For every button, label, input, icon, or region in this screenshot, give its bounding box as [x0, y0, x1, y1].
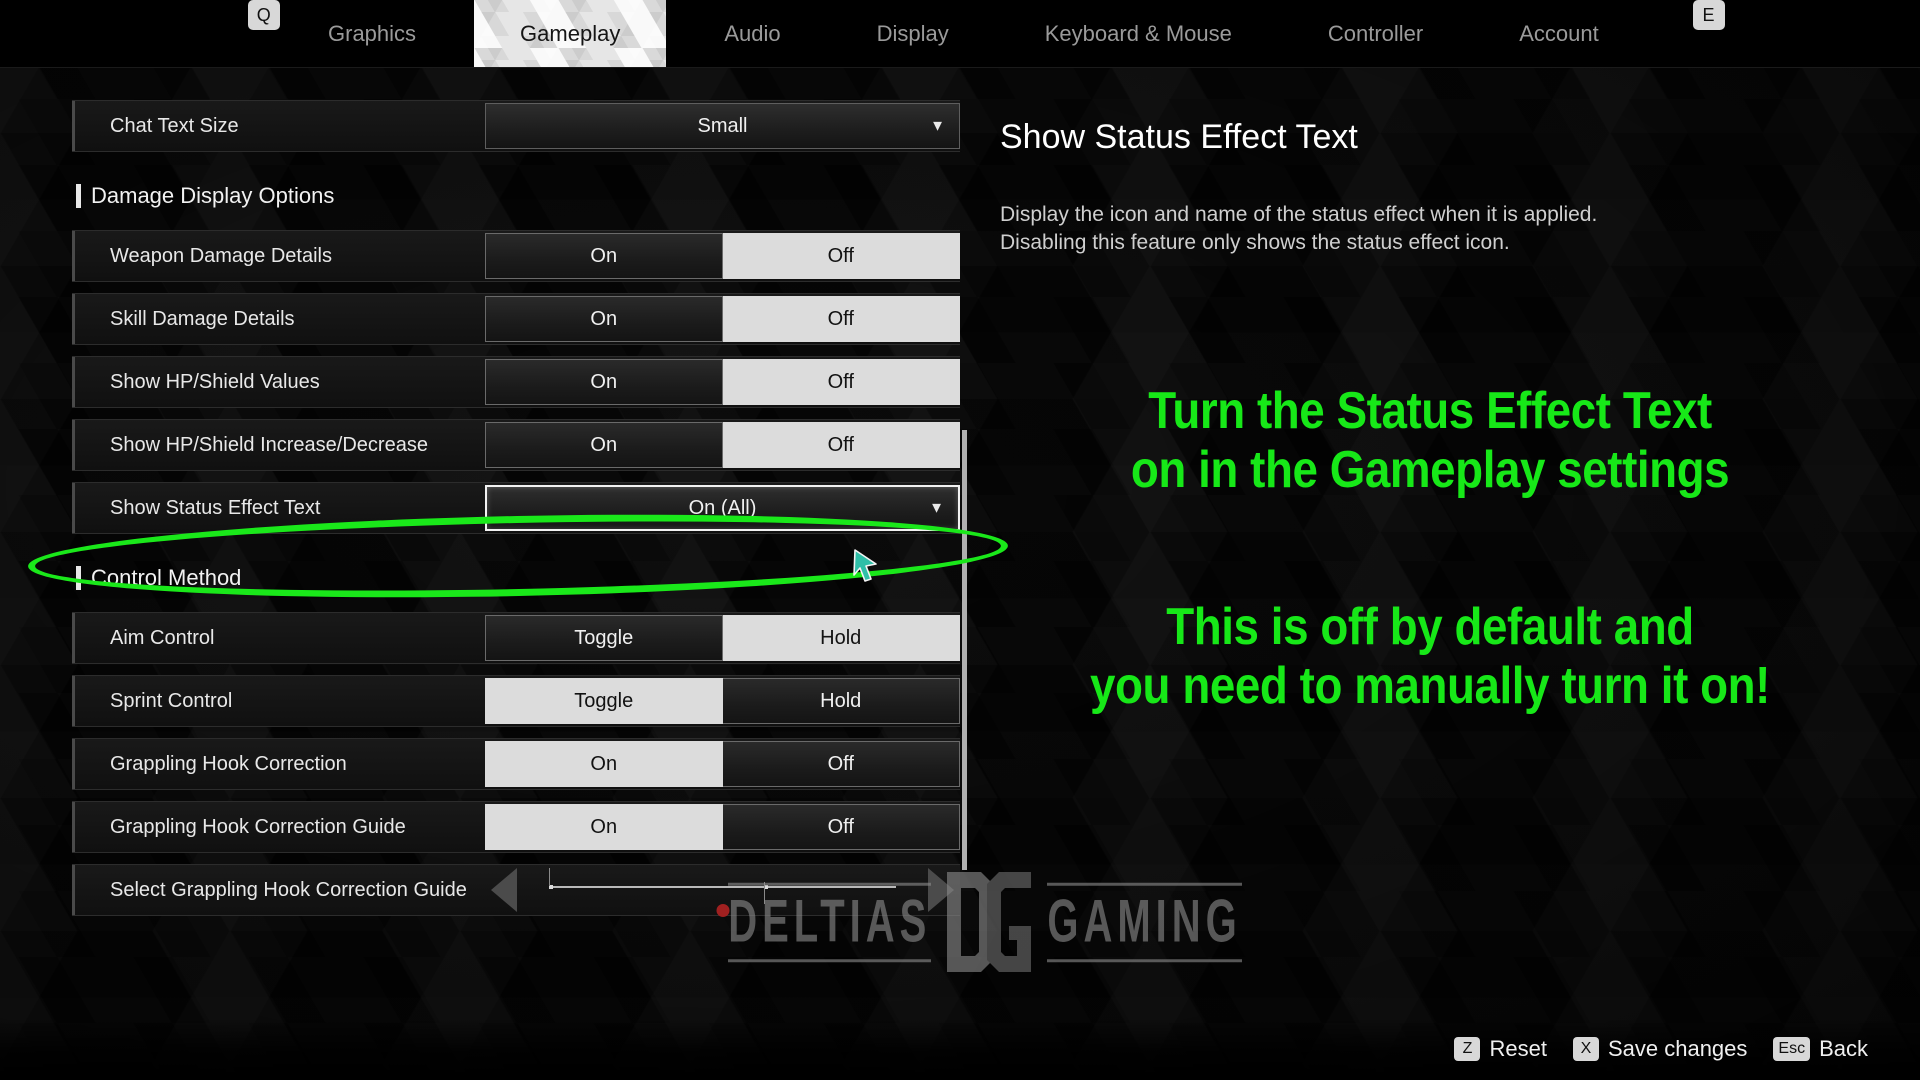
- chevron-down-icon: ▼: [929, 499, 944, 517]
- toggle-group: On Off: [485, 233, 960, 279]
- setting-row-grappling-hook-correction-guide[interactable]: Grappling Hook Correction Guide On Off: [72, 801, 960, 853]
- setting-row-sprint-control[interactable]: Sprint Control Toggle Hold: [72, 675, 960, 727]
- section-header-control-method: Control Method: [76, 558, 960, 598]
- toggle-group: Toggle Hold: [485, 678, 960, 724]
- key-badge-z: Z: [1454, 1037, 1481, 1061]
- setting-label: Sprint Control: [110, 689, 233, 712]
- setting-label: Grappling Hook Correction: [110, 752, 347, 775]
- tab-controller[interactable]: Controller: [1298, 0, 1453, 68]
- option-on[interactable]: On: [485, 741, 723, 787]
- footer-key-hints: Z Reset X Save changes Esc Back: [0, 1018, 1920, 1080]
- hint-label-save: Save changes: [1607, 1036, 1748, 1061]
- section-accent-bar: [76, 566, 81, 590]
- setting-row-select-grappling-hook-correction-guide[interactable]: Select Grappling Hook Correction Guide: [72, 864, 960, 917]
- setting-description-panel: Show Status Effect Text Display the icon…: [1000, 118, 1860, 257]
- selector-track[interactable]: [549, 868, 896, 904]
- setting-row-weapon-damage-details[interactable]: Weapon Damage Details On Off: [72, 230, 960, 282]
- selector-tick-stem: [764, 882, 766, 904]
- hint-save-changes[interactable]: X Save changes: [1572, 1036, 1748, 1062]
- option-off[interactable]: Off: [722, 422, 960, 468]
- toggle-group: On Off: [485, 422, 960, 468]
- option-hold[interactable]: Hold: [722, 678, 960, 724]
- annotation-text-primary: Turn the Status Effect Text on in the Ga…: [1130, 382, 1730, 500]
- setting-label: Show HP/Shield Increase/Decrease: [110, 433, 428, 456]
- setting-row-aim-control[interactable]: Aim Control Toggle Hold: [72, 612, 960, 664]
- prev-tab-key-badge[interactable]: Q: [248, 0, 280, 30]
- setting-label: Chat Text Size: [110, 114, 239, 137]
- option-on[interactable]: On: [485, 804, 723, 850]
- chevron-down-icon: ▼: [930, 117, 945, 135]
- selector-marker-dot: [716, 904, 729, 917]
- show-status-effect-text-dropdown[interactable]: On (All) ▼: [485, 485, 960, 531]
- dropdown-value: On (All): [688, 496, 757, 519]
- setting-label: Show Status Effect Text: [110, 496, 321, 519]
- settings-scrollbar[interactable]: [962, 430, 967, 870]
- dropdown-value: Small: [697, 114, 748, 137]
- setting-row-chat-text-size[interactable]: Chat Text Size Small ▼: [72, 100, 960, 152]
- arrow-right-icon[interactable]: [928, 868, 954, 912]
- option-hold[interactable]: Hold: [722, 615, 960, 661]
- toggle-group: On Off: [485, 804, 960, 850]
- tab-graphics[interactable]: Graphics: [298, 0, 446, 68]
- setting-label: Select Grappling Hook Correction Guide: [110, 878, 467, 901]
- description-line-2: Disabling this feature only shows the st…: [1000, 231, 1510, 255]
- arrow-left-icon[interactable]: [491, 868, 517, 912]
- section-header-damage-display: Damage Display Options: [76, 176, 960, 216]
- setting-row-grappling-hook-correction[interactable]: Grappling Hook Correction On Off: [72, 738, 960, 790]
- option-off[interactable]: Off: [722, 741, 960, 787]
- tab-account[interactable]: Account: [1489, 0, 1629, 68]
- hint-reset[interactable]: Z Reset: [1454, 1036, 1547, 1062]
- tab-display[interactable]: Display: [847, 0, 979, 68]
- annotation-text-secondary: This is off by default and you need to m…: [1090, 598, 1770, 716]
- section-accent-bar: [76, 184, 81, 208]
- game-settings-screen: Q Graphics Gameplay Audio Display Keyboa…: [0, 0, 1920, 1080]
- key-badge-x: X: [1572, 1037, 1599, 1061]
- setting-row-show-hp-shield-increase-decrease[interactable]: Show HP/Shield Increase/Decrease On Off: [72, 419, 960, 471]
- option-on[interactable]: On: [485, 233, 723, 279]
- setting-label: Show HP/Shield Values: [110, 370, 320, 393]
- option-off[interactable]: Off: [722, 804, 960, 850]
- guide-selector: [485, 864, 960, 917]
- setting-label: Weapon Damage Details: [110, 244, 332, 267]
- description-line-1: Display the icon and name of the status …: [1000, 203, 1598, 226]
- description-title: Show Status Effect Text: [1000, 118, 1358, 156]
- key-badge-esc: Esc: [1773, 1037, 1811, 1061]
- settings-tab-bar: Q Graphics Gameplay Audio Display Keyboa…: [0, 0, 1920, 68]
- toggle-group: On Off: [485, 359, 960, 405]
- toggle-group: Toggle Hold: [485, 615, 960, 661]
- tab-audio[interactable]: Audio: [694, 0, 810, 68]
- section-title: Damage Display Options: [91, 183, 335, 208]
- selector-tick-stem: [549, 868, 550, 886]
- setting-label: Aim Control: [110, 626, 215, 649]
- hint-back[interactable]: Esc Back: [1773, 1036, 1868, 1062]
- option-off[interactable]: Off: [722, 359, 960, 405]
- setting-row-skill-damage-details[interactable]: Skill Damage Details On Off: [72, 293, 960, 345]
- mouse-cursor-icon: [853, 549, 877, 582]
- option-toggle[interactable]: Toggle: [485, 678, 723, 724]
- toggle-group: On Off: [485, 296, 960, 342]
- toggle-group: On Off: [485, 741, 960, 787]
- setting-row-show-status-effect-text[interactable]: Show Status Effect Text On (All) ▼: [72, 482, 960, 534]
- tab-gameplay[interactable]: Gameplay: [474, 0, 666, 68]
- option-on[interactable]: On: [485, 359, 723, 405]
- hint-label-reset: Reset: [1489, 1036, 1547, 1061]
- tab-bar-underline: [0, 67, 1920, 68]
- next-tab-key-badge[interactable]: E: [1692, 0, 1725, 30]
- tab-keyboard-mouse[interactable]: Keyboard & Mouse: [1015, 0, 1262, 68]
- settings-list: Chat Text Size Small ▼ Damage Display Op…: [72, 100, 960, 990]
- option-on[interactable]: On: [485, 422, 723, 468]
- hint-label-back: Back: [1819, 1036, 1868, 1061]
- chat-text-size-dropdown[interactable]: Small ▼: [485, 103, 960, 149]
- option-off[interactable]: Off: [722, 296, 960, 342]
- option-toggle[interactable]: Toggle: [485, 615, 723, 661]
- option-on[interactable]: On: [485, 296, 723, 342]
- setting-row-show-hp-shield-values[interactable]: Show HP/Shield Values On Off: [72, 356, 960, 408]
- option-off[interactable]: Off: [722, 233, 960, 279]
- setting-label: Skill Damage Details: [110, 307, 295, 330]
- section-title: Control Method: [91, 565, 242, 590]
- setting-label: Grappling Hook Correction Guide: [110, 815, 406, 838]
